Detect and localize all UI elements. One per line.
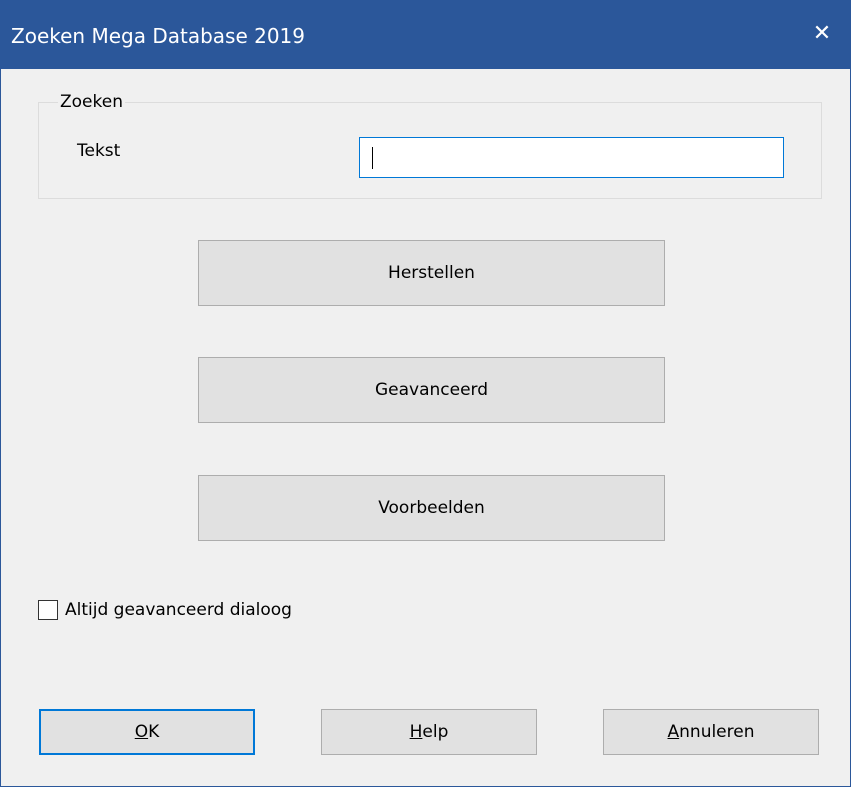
cancel-mnemonic: A xyxy=(667,722,680,742)
search-group: Zoeken Tekst xyxy=(38,91,822,199)
text-label: Tekst xyxy=(77,141,121,161)
cancel-label-rest: nnuleren xyxy=(679,722,755,742)
ok-button[interactable]: OK xyxy=(39,709,255,755)
ok-mnemonic: O xyxy=(134,722,149,742)
text-caret xyxy=(372,147,373,169)
cancel-button[interactable]: Annuleren xyxy=(603,709,819,755)
help-button[interactable]: Help xyxy=(321,709,537,755)
advanced-button[interactable]: Geavanceerd xyxy=(198,357,665,423)
close-icon[interactable]: ✕ xyxy=(794,1,850,65)
examples-button[interactable]: Voorbeelden xyxy=(198,475,665,541)
always-advanced-checkbox[interactable] xyxy=(38,600,58,620)
search-text-input[interactable] xyxy=(359,137,784,178)
reset-button[interactable]: Herstellen xyxy=(198,240,665,306)
window-title: Zoeken Mega Database 2019 xyxy=(11,24,306,48)
search-dialog: Zoeken Mega Database 2019 ✕ Zoeken Tekst… xyxy=(0,0,851,787)
ok-label-rest: K xyxy=(148,722,160,742)
always-advanced-option[interactable]: Altijd geavanceerd dialoog xyxy=(38,590,822,630)
always-advanced-label[interactable]: Altijd geavanceerd dialoog xyxy=(65,600,292,620)
title-bar[interactable]: Zoeken Mega Database 2019 ✕ xyxy=(1,1,850,69)
help-label-rest: elp xyxy=(422,722,449,742)
search-group-legend: Zoeken xyxy=(58,91,125,113)
help-mnemonic: H xyxy=(409,722,423,742)
